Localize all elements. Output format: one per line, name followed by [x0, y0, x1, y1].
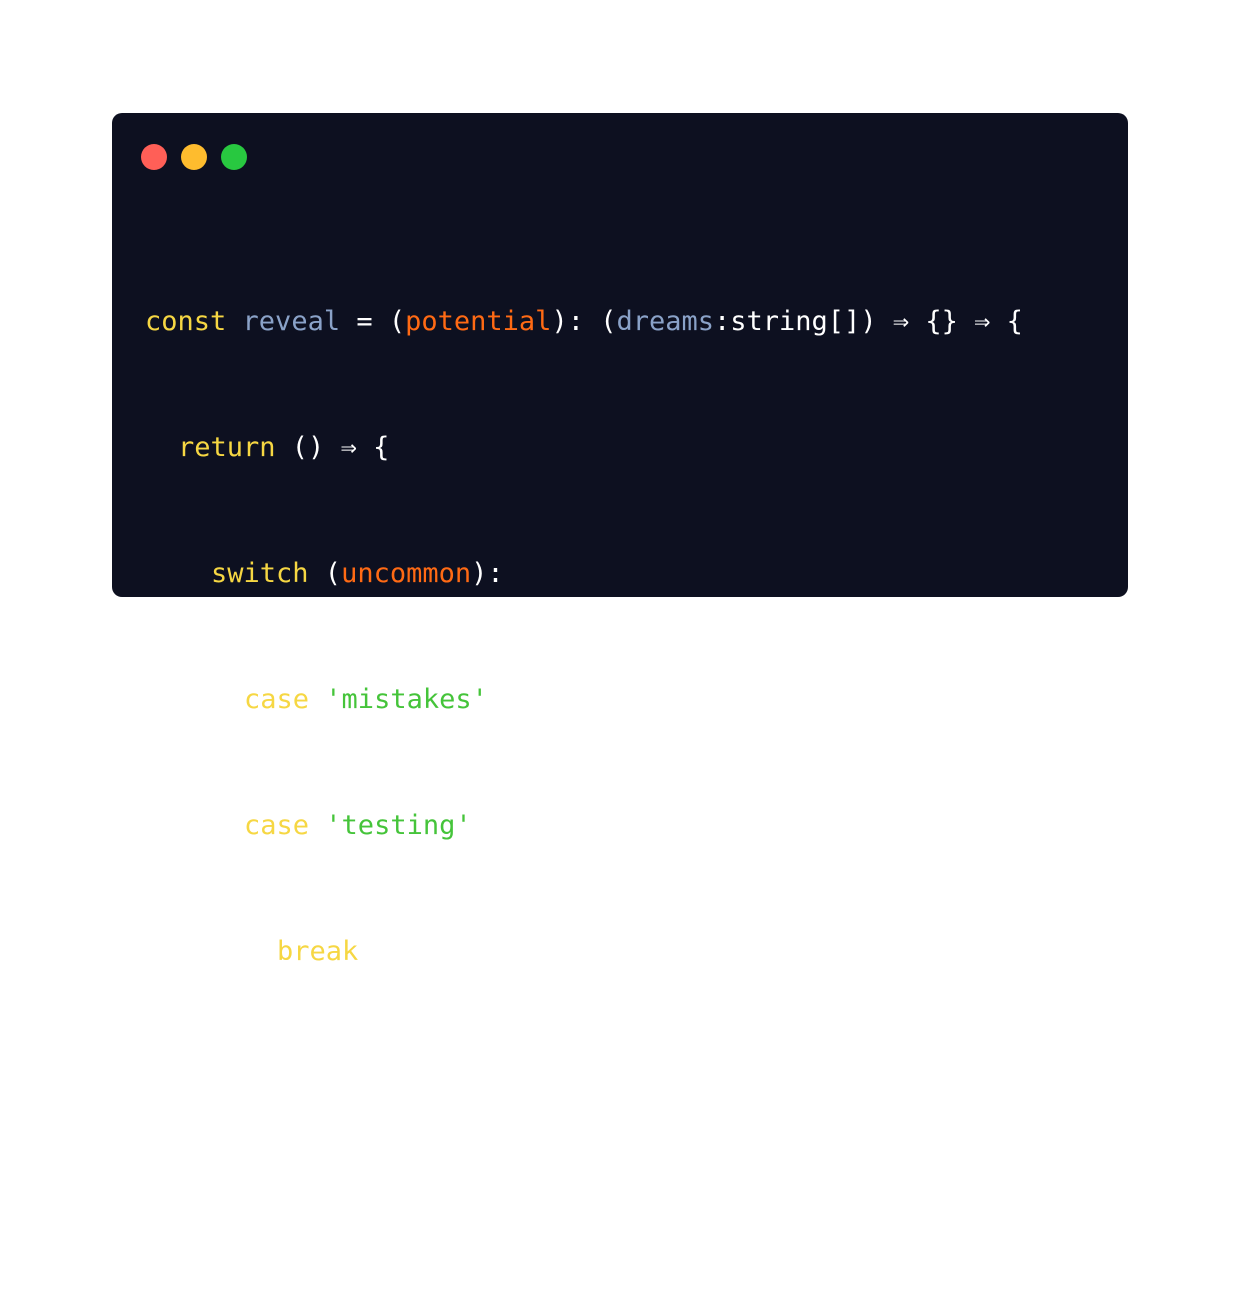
string-mistakes: 'mistakes' — [325, 684, 488, 715]
keyword-return: return — [178, 432, 276, 463]
parameter-dreams: dreams — [616, 306, 715, 337]
keyword-const: const — [145, 306, 227, 337]
closing-brace: } — [145, 1188, 162, 1219]
identifier-reveal: reveal — [242, 306, 341, 337]
keyword-case: case — [244, 684, 310, 715]
keyword-break: break — [277, 936, 359, 967]
code-line-6: break; — [145, 931, 1023, 973]
code-line-5: case 'testing': — [145, 805, 1023, 847]
punctuation: ): ( — [551, 306, 617, 337]
maximize-button[interactable] — [221, 144, 247, 170]
code-line-2: return () ⇒ { — [145, 427, 1023, 469]
identifier-uncommon: uncommon — [341, 558, 472, 589]
code-line-7: } — [145, 1057, 1023, 1099]
minimize-button[interactable] — [181, 144, 207, 170]
code-line-3: switch (uncommon): — [145, 553, 1023, 595]
window-controls — [141, 144, 247, 170]
punctuation: () ⇒ { — [275, 432, 390, 463]
code-block: const reveal = (potential): (dreams:stri… — [145, 217, 1023, 1309]
parameter-potential: potential — [405, 306, 552, 337]
code-window: const reveal = (potential): (dreams:stri… — [112, 113, 1128, 1219]
code-line-1: const reveal = (potential): (dreams:stri… — [145, 301, 1023, 343]
punctuation: : — [487, 684, 505, 715]
punctuation: = ( — [340, 306, 406, 337]
closing-brace: } — [178, 1062, 195, 1093]
keyword-case: case — [244, 810, 310, 841]
punctuation: ; — [358, 936, 375, 967]
punctuation: : — [471, 810, 488, 841]
close-button[interactable] — [141, 144, 167, 170]
punctuation: ( — [308, 558, 342, 589]
type-annotation: :string[]) ⇒ {} ⇒ { — [714, 306, 1023, 337]
keyword-switch: switch — [211, 558, 309, 589]
code-line-4: case 'mistakes': — [145, 679, 1023, 721]
code-line-8: } — [145, 1183, 1023, 1225]
punctuation: ): — [471, 558, 504, 589]
string-testing: 'testing' — [325, 810, 472, 841]
